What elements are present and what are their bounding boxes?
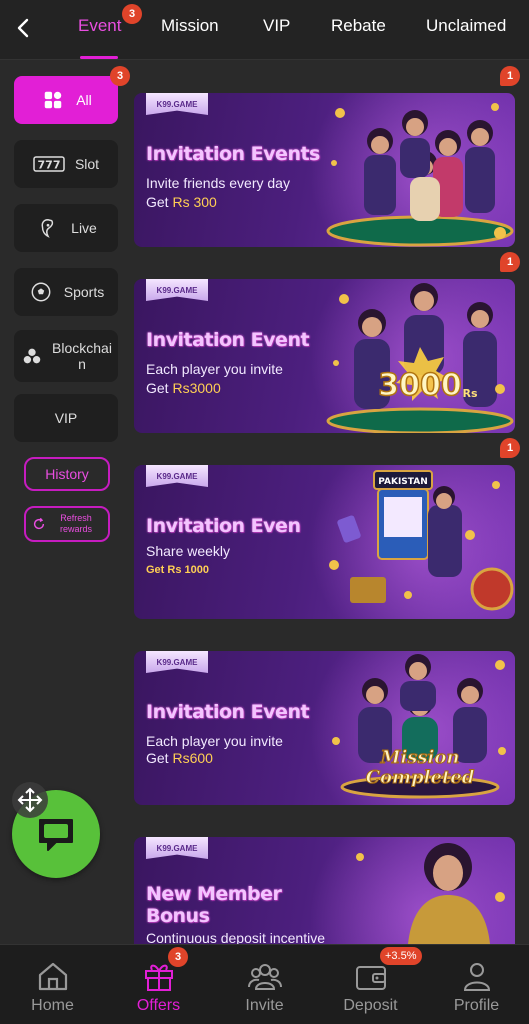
back-arrow-icon[interactable]	[10, 14, 38, 42]
slot-777-icon: 777	[33, 156, 65, 172]
nav-label: Offers	[136, 997, 181, 1014]
banner-title: Invitation Events	[146, 143, 320, 165]
invite-people-icon	[247, 964, 282, 990]
tab-mission[interactable]: Mission	[161, 16, 219, 36]
nav-offers-badge: 3	[168, 947, 188, 967]
promo-banner-share-weekly[interactable]: K99.GAME Invitation Even Share weekly Ge…	[134, 465, 515, 619]
banner-title: Invitation Event	[146, 329, 310, 351]
sidebar-all-badge: 3	[110, 66, 130, 86]
new-member-illustration	[356, 843, 505, 944]
art-title-2: Completed	[366, 767, 475, 788]
deposit-bonus-badge: +3.5%	[380, 947, 422, 965]
sidebar-item-slot[interactable]: 777 Slot	[14, 140, 118, 188]
promo-banner-new-member-bonus[interactable]: K99.GAME New Member Bonus Continuous dep…	[134, 837, 515, 944]
bottom-navigation: Home Offers 3 Invite Deposit +3.5% Profi…	[0, 944, 529, 1024]
sidebar-item-all[interactable]: All	[14, 76, 118, 124]
nav-invite[interactable]: Invite	[212, 945, 317, 1024]
tab-unclaimed[interactable]: Unclaimed	[426, 16, 506, 36]
sidebar-item-label: Live	[71, 219, 97, 236]
blockchain-icon	[23, 348, 41, 364]
nav-label: Profile	[453, 997, 500, 1014]
art-title-1: Mission	[380, 747, 460, 768]
art-currency: Rs	[462, 387, 477, 400]
chat-bubble-icon	[39, 819, 73, 851]
nav-label: Deposit	[343, 997, 398, 1014]
home-icon	[38, 962, 67, 991]
refresh-icon	[33, 517, 45, 530]
banner-reward: Get Rs 300	[146, 194, 217, 210]
sidebar-item-label: All	[76, 91, 92, 108]
casino-players-illustration	[326, 103, 514, 247]
slot-machine-illustration: PAKISTAN	[329, 470, 514, 611]
banner-text: Continuous deposit incentive	[146, 930, 326, 944]
banner-title: Invitation Event	[146, 701, 310, 723]
tab-vip[interactable]: VIP	[263, 16, 290, 36]
tab-event-badge: 3	[122, 4, 142, 24]
sidebar-item-label: Sports	[63, 283, 105, 300]
brand-tag: K99.GAME	[146, 837, 208, 859]
wallet-icon	[355, 966, 386, 990]
nav-label: Home	[31, 997, 74, 1014]
sidebar-item-blockchain[interactable]: Blockchain	[14, 330, 118, 382]
sidebar-item-label: Blockchain	[52, 339, 112, 372]
banner-reward: Get Rs600	[146, 750, 213, 766]
banner-text: Invite friends every day	[146, 175, 290, 191]
brand-tag: K99.GAME	[146, 93, 208, 115]
sidebar-item-vip[interactable]: VIP	[14, 394, 118, 442]
banner-reward: Get Rs3000	[146, 380, 221, 396]
active-tab-indicator	[80, 56, 118, 59]
refresh-rewards-label: Refresh rewards	[59, 513, 92, 534]
brand-tag: K99.GAME	[146, 465, 208, 487]
tab-event[interactable]: Event	[78, 16, 121, 36]
sidebar-item-label: VIP	[54, 409, 78, 426]
sidebar-item-live[interactable]: Live	[14, 204, 118, 252]
person-icon	[463, 963, 490, 991]
nav-home[interactable]: Home	[0, 945, 105, 1024]
nav-label: Invite	[245, 997, 284, 1014]
banner-title: Invitation Even	[146, 515, 301, 537]
svg-text:777: 777	[37, 159, 60, 172]
live-dealer-icon	[41, 219, 54, 238]
mission-completed-illustration: Mission Completed	[332, 654, 506, 799]
promo-banner-invitation-events[interactable]: K99.GAME Invitation Events Invite friend…	[134, 93, 515, 247]
sidebar-item-label: Slot	[74, 155, 100, 172]
banner-text: Share weekly	[146, 543, 231, 559]
banner-title: New Member	[146, 883, 282, 905]
refresh-rewards-button[interactable]: Refresh rewards	[24, 506, 110, 542]
banner-badge: 1	[500, 252, 520, 272]
soccer-ball-icon	[31, 282, 51, 302]
banner-badge: 1	[500, 438, 520, 458]
banner-text: Each player you invite	[146, 361, 283, 377]
banner-reward: Get Rs 1000	[146, 564, 209, 576]
nav-offers[interactable]: Offers	[106, 945, 211, 1024]
brand-tag: K99.GAME	[146, 651, 208, 673]
banner-badge: 1	[500, 66, 520, 86]
banner-title-line2: Bonus	[146, 905, 210, 927]
banner-text: Each player you invite	[146, 733, 283, 749]
brand-tag: K99.GAME	[146, 279, 208, 301]
nav-profile[interactable]: Profile	[424, 945, 529, 1024]
promo-banner-invitation-event-3000[interactable]: K99.GAME Invitation Event Each player yo…	[134, 279, 515, 433]
drag-handle[interactable]	[12, 782, 48, 818]
history-label: History	[45, 466, 89, 482]
history-button[interactable]: History	[24, 457, 110, 491]
reward-3000-illustration: 3000 Rs	[326, 283, 514, 433]
grid-icon	[44, 91, 62, 109]
art-amount: 3000	[378, 368, 462, 403]
sidebar-item-sports[interactable]: Sports	[14, 268, 118, 316]
art-label: PAKISTAN	[378, 477, 427, 487]
move-arrows-icon	[17, 787, 43, 813]
promo-banner-invitation-event-600[interactable]: K99.GAME Invitation Event Each player yo…	[134, 651, 515, 805]
tab-rebate[interactable]: Rebate	[331, 16, 386, 36]
top-tab-bar: Event 3 Mission VIP Rebate Unclaimed	[0, 0, 529, 60]
